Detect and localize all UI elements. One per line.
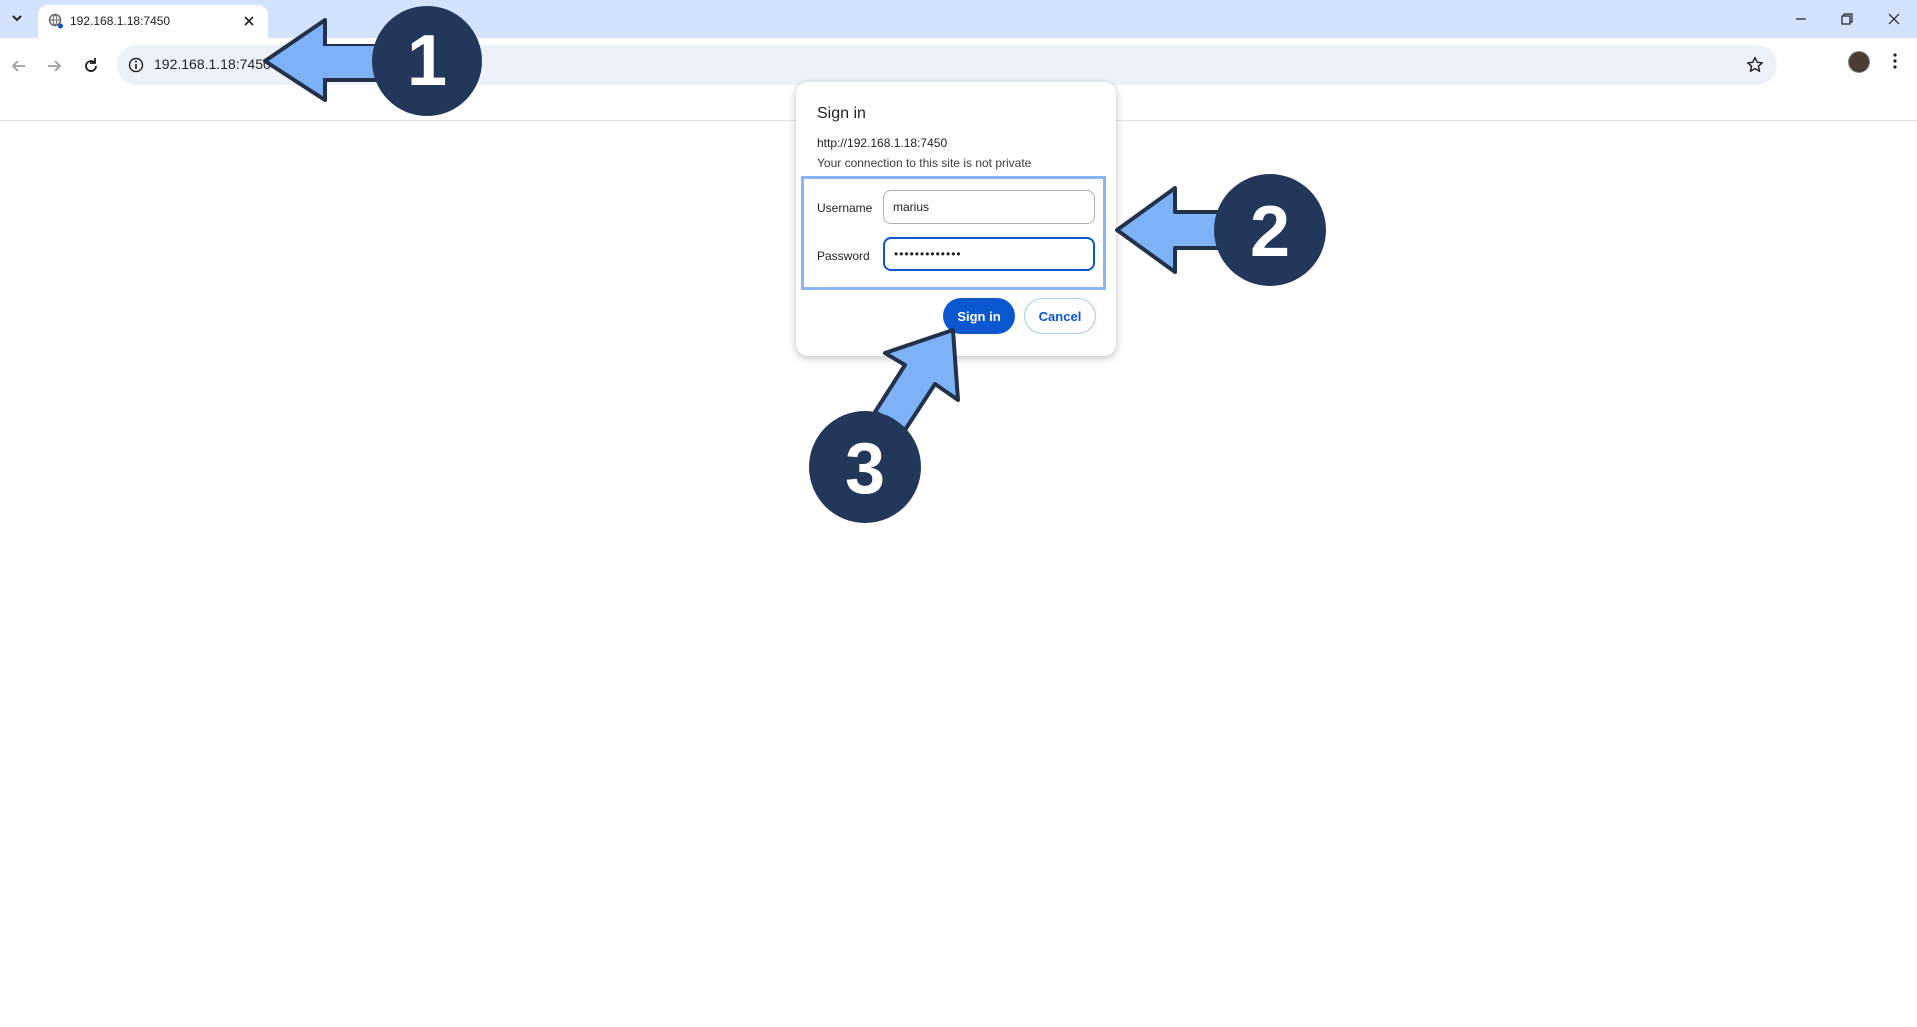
username-field[interactable] <box>883 190 1095 224</box>
close-icon[interactable] <box>240 12 258 30</box>
info-icon[interactable] <box>127 56 145 74</box>
password-label: Password <box>817 249 870 263</box>
dialog-title: Sign in <box>817 105 866 122</box>
callout-circle-2 <box>1214 174 1326 286</box>
kebab-menu-icon[interactable] <box>1884 50 1906 72</box>
star-icon[interactable] <box>1745 55 1765 75</box>
tab-title: 192.168.1.18:7450 <box>70 14 171 28</box>
password-field[interactable] <box>883 237 1095 271</box>
tab-strip: 192.168.1.18:7450 <box>0 0 1917 38</box>
callout-number-3: 3 <box>845 429 885 509</box>
restore-icon[interactable] <box>1836 8 1858 30</box>
dialog-warning: Your connection to this site is not priv… <box>817 156 1032 170</box>
minimize-icon[interactable] <box>1790 8 1812 30</box>
back-icon[interactable] <box>5 52 33 80</box>
url-text: 192.168.1.18:7450 <box>154 56 271 72</box>
dialog-origin: http://192.168.1.18:7450 <box>817 136 948 150</box>
sign-in-button[interactable]: Sign in <box>943 298 1015 334</box>
reload-icon[interactable] <box>77 52 105 80</box>
cancel-button[interactable]: Cancel <box>1024 298 1096 334</box>
chevron-down-icon <box>12 15 22 22</box>
forward-icon[interactable] <box>40 52 68 80</box>
username-label: Username <box>817 201 873 215</box>
tab-search-button[interactable] <box>6 7 28 29</box>
callout-number-2: 2 <box>1250 192 1290 272</box>
callout-arrow-2 <box>1115 186 1234 274</box>
sign-in-dialog: Sign in http://192.168.1.18:7450 Your co… <box>796 82 1116 356</box>
globe-icon <box>48 13 63 29</box>
close-window-icon[interactable] <box>1883 8 1905 30</box>
active-tab[interactable]: 192.168.1.18:7450 <box>38 5 268 38</box>
callout-circle-3 <box>809 411 921 523</box>
avatar[interactable] <box>1848 51 1870 73</box>
address-bar[interactable]: 192.168.1.18:7450 <box>117 45 1777 85</box>
